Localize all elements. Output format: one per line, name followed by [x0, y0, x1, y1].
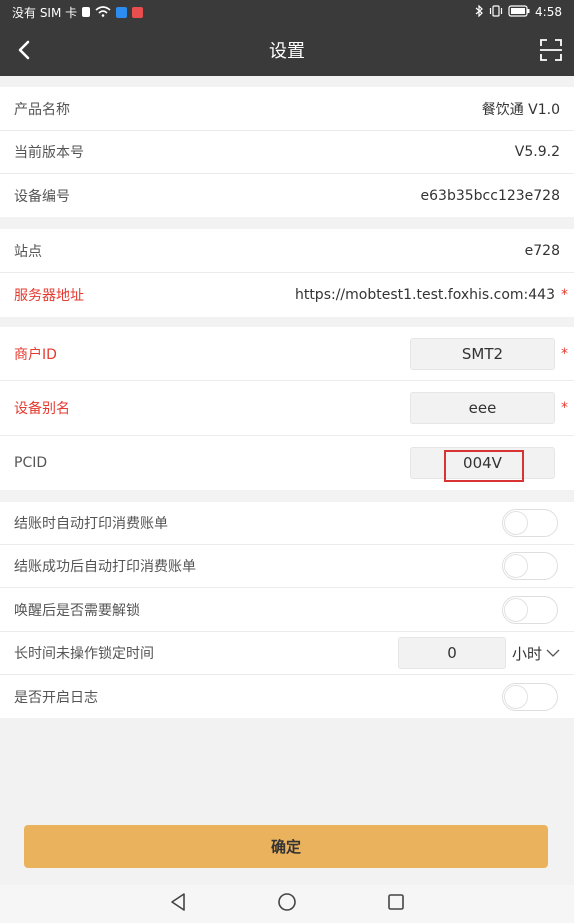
- required-mark: *: [561, 345, 568, 362]
- sim-icon: [82, 7, 91, 17]
- lock-time-input[interactable]: 0: [397, 637, 506, 669]
- nav-back-button[interactable]: [169, 892, 187, 916]
- options-section: 结账时自动打印消费账单 结账成功后自动打印消费账单 唤醒后是否需要解锁 长时间未…: [0, 502, 574, 718]
- vibrate-icon: [489, 4, 503, 20]
- option-label: 唤醒后是否需要解锁: [14, 602, 140, 619]
- required-mark: *: [561, 400, 568, 416]
- device-number-label: 设备编号: [14, 188, 70, 205]
- option-row-unlock-on-wake: 唤醒后是否需要解锁: [0, 588, 574, 632]
- version-label: 当前版本号: [14, 145, 84, 161]
- status-bar-right: 4:58: [475, 4, 562, 20]
- chevron-down-icon: [546, 649, 560, 657]
- option-label: 结账时自动打印消费账单: [14, 516, 168, 532]
- scan-icon: [540, 39, 562, 61]
- device-alias-input[interactable]: eee: [410, 392, 555, 424]
- option-label: 结账成功后自动打印消费账单: [14, 559, 196, 575]
- nav-home-icon: [278, 893, 296, 911]
- server-address-row[interactable]: 服务器地址 https://mobtest1.test.foxhis.com:4…: [0, 273, 574, 317]
- server-address-value: https://mobtest1.test.foxhis.com:443: [294, 287, 555, 303]
- option-row-lock-time: 长时间未操作锁定时间 0 小时: [0, 632, 574, 675]
- device-number-row: 设备编号 e63b35bcc123e728: [0, 174, 574, 217]
- app-notification-icon: [116, 6, 128, 18]
- merchant-section: 商户ID SMT2 * 设备别名 eee * PCID 004V: [0, 327, 574, 490]
- app-notification-icon-2: [132, 6, 144, 18]
- lock-time-wrap: 0 小时: [397, 637, 560, 669]
- option-row-print-on-checkout: 结账时自动打印消费账单: [0, 502, 574, 545]
- option-label: 长时间未操作锁定时间: [14, 646, 154, 662]
- option-label: 是否开启日志: [14, 689, 98, 706]
- device-alias-row: 设备别名 eee *: [0, 381, 574, 436]
- toggle-knob: [504, 511, 528, 535]
- lock-time-unit-select[interactable]: 小时: [512, 643, 560, 664]
- page-title: 设置: [269, 41, 305, 62]
- pcid-label: PCID: [14, 455, 48, 471]
- version-value: V5.9.2: [514, 144, 560, 160]
- app-header: 设置: [0, 24, 574, 76]
- enable-log-toggle[interactable]: [502, 682, 558, 711]
- battery-icon: [508, 4, 530, 20]
- clock: 4:58: [535, 5, 562, 19]
- toggle-knob: [504, 597, 528, 622]
- print-on-checkout-toggle[interactable]: [502, 509, 558, 537]
- device-number-value: e63b35bcc123e728: [420, 187, 560, 204]
- toggle-knob: [504, 554, 528, 578]
- site-value: e728: [524, 242, 560, 259]
- nav-back-icon: [171, 893, 185, 911]
- nav-recents-button[interactable]: [387, 893, 405, 915]
- carrier-text: 没有 SIM 卡: [12, 5, 78, 20]
- merchant-id-wrap: SMT2 *: [410, 337, 568, 370]
- scan-button[interactable]: [536, 35, 566, 65]
- required-mark: *: [561, 287, 568, 303]
- unlock-on-wake-toggle[interactable]: [502, 595, 558, 624]
- option-row-enable-log: 是否开启日志: [0, 675, 574, 718]
- merchant-id-label: 商户ID: [14, 346, 57, 363]
- product-name-value: 餐饮通 V1.0: [481, 101, 560, 118]
- server-section: 站点 e728 服务器地址 https://mobtest1.test.foxh…: [0, 229, 574, 317]
- merchant-id-input[interactable]: SMT2: [410, 337, 555, 370]
- product-info-section: 产品名称 餐饮通 V1.0 当前版本号 V5.9.2 设备编号 e63b35bc…: [0, 87, 574, 217]
- back-button[interactable]: [10, 36, 38, 64]
- status-bar: 没有 SIM 卡 4:58: [0, 0, 574, 24]
- pcid-input[interactable]: 004V: [410, 447, 555, 482]
- status-bar-left: 没有 SIM 卡: [12, 4, 144, 21]
- option-row-print-after-success: 结账成功后自动打印消费账单: [0, 545, 574, 588]
- system-nav-bar: [0, 885, 574, 923]
- lock-time-unit: 小时: [511, 644, 542, 663]
- product-name-row: 产品名称 餐饮通 V1.0: [0, 87, 574, 131]
- merchant-id-row: 商户ID SMT2 *: [0, 327, 574, 381]
- product-name-label: 产品名称: [14, 101, 70, 118]
- pcid-row: PCID 004V: [0, 436, 574, 490]
- confirm-button[interactable]: 确定: [24, 825, 548, 868]
- print-after-success-toggle[interactable]: [502, 552, 558, 580]
- server-address-wrap: https://mobtest1.test.foxhis.com:443 *: [295, 287, 568, 303]
- version-row: 当前版本号 V5.9.2: [0, 131, 574, 174]
- device-alias-wrap: eee *: [410, 392, 568, 424]
- site-label: 站点: [14, 243, 42, 260]
- nav-recents-icon: [388, 894, 404, 910]
- bluetooth-icon: [475, 4, 484, 20]
- site-row[interactable]: 站点 e728: [0, 229, 574, 273]
- device-alias-label: 设备别名: [14, 401, 70, 417]
- wifi-icon: [95, 5, 111, 20]
- nav-home-button[interactable]: [277, 892, 297, 916]
- back-arrow-icon: [18, 40, 30, 60]
- server-address-label: 服务器地址: [14, 288, 84, 304]
- toggle-knob: [504, 684, 528, 709]
